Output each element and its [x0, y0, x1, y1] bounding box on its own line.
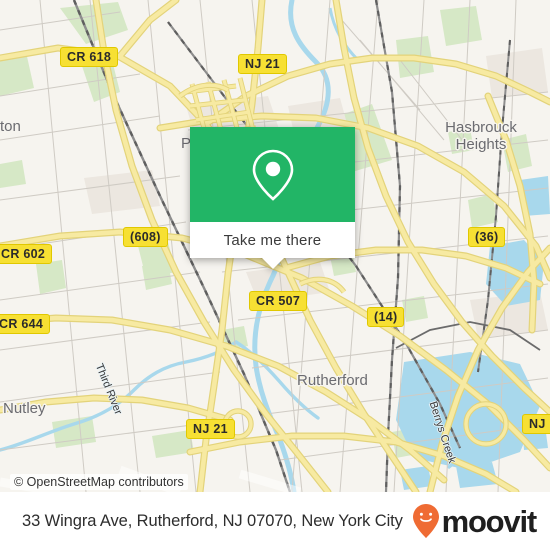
shield-14[interactable]: (14) — [367, 307, 405, 327]
shield-nj-17[interactable]: NJ 1 — [522, 414, 550, 434]
popup-pointer — [262, 258, 284, 269]
shield-cr-618[interactable]: CR 618 — [60, 47, 119, 67]
shield-cr-602[interactable]: CR 602 — [0, 244, 53, 264]
shield-cr-507[interactable]: CR 507 — [249, 291, 308, 311]
shield-cr-644[interactable]: CR 644 — [0, 314, 51, 334]
moovit-wordmark: moovit — [441, 503, 538, 539]
screenshot-root: ton P Hasbrouck Heights Rutherford Nutley… — [0, 0, 550, 550]
take-me-there-button[interactable]: Take me there — [190, 222, 355, 258]
moovit-logo[interactable]: moovit — [412, 503, 538, 539]
popup-header — [190, 127, 355, 222]
moovit-pin-icon — [412, 504, 439, 538]
shield-nj-21-south[interactable]: NJ 21 — [186, 419, 235, 439]
osm-attribution[interactable]: © OpenStreetMap contributors — [10, 474, 188, 490]
destination-popup[interactable]: Take me there — [190, 127, 355, 269]
map-pin-icon — [252, 149, 293, 201]
footer-bar: 33 Wingra Ave, Rutherford, NJ 07070, New… — [0, 492, 550, 550]
shield-36[interactable]: (36) — [468, 227, 506, 247]
take-me-there-label: Take me there — [223, 231, 322, 249]
address-text: 33 Wingra Ave, Rutherford, NJ 07070, New… — [22, 511, 403, 530]
shield-608[interactable]: (608) — [123, 227, 168, 247]
shield-nj-21[interactable]: NJ 21 — [238, 54, 287, 74]
